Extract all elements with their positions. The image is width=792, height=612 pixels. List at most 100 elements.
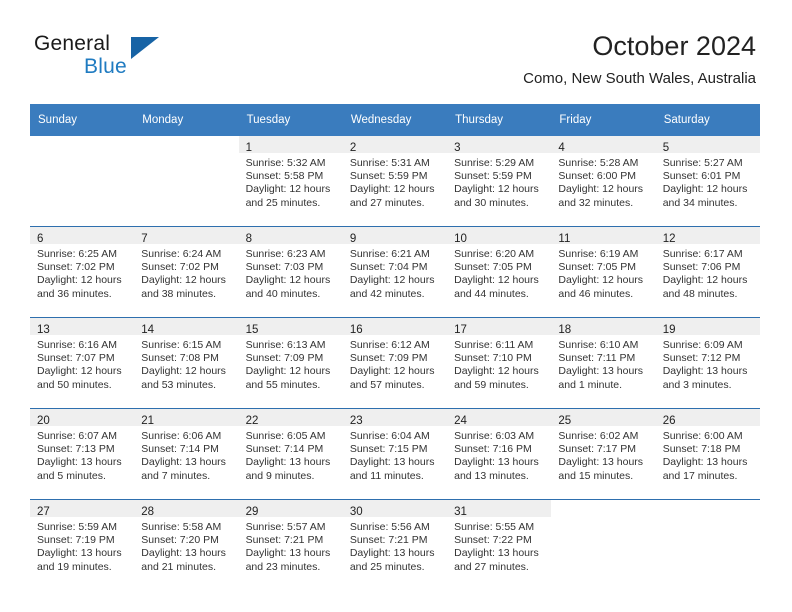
calendar-day-cell[interactable]: 16 Sunrise: 6:12 AM Sunset: 7:09 PM Dayligh…	[342, 317, 448, 409]
daylight-duration-line1: Daylight: 12 hours	[349, 365, 435, 378]
calendar-day-cell[interactable]: 2 Sunrise: 5:31 AM Sunset: 5:59 PM Daylight…	[342, 136, 448, 227]
day-number-band: 17	[447, 318, 552, 336]
sunset-time: Sunset: 7:05 PM	[558, 261, 637, 274]
daylight-duration-line2: and 34 minutes.	[662, 196, 738, 209]
day-cell-inner: 11 Sunrise: 6:19 AM Sunset: 7:05 PM Dayligh…	[551, 227, 656, 317]
day-number: 5	[662, 142, 670, 154]
calendar-day-cell[interactable]: 10 Sunrise: 6:20 AM Sunset: 7:05 PM Dayligh…	[447, 226, 552, 318]
sunset-time: Sunset: 7:21 PM	[245, 534, 324, 547]
calendar-week-row: 13 Sunrise: 6:16 AM Sunset: 7:07 PM Dayligh…	[30, 317, 760, 409]
day-number-band: 4	[551, 136, 656, 154]
weekday-header-sunday: Sunday	[30, 104, 135, 136]
day-details	[551, 517, 655, 521]
day-number-band	[656, 500, 760, 517]
day-number-band: 6	[30, 227, 135, 245]
day-cell-inner: 25 Sunrise: 6:02 AM Sunset: 7:17 PM Dayligh…	[551, 409, 656, 499]
calendar-day-cell[interactable]: 29 Sunrise: 5:57 AM Sunset: 7:21 PM Dayligh…	[238, 499, 343, 590]
day-number-band: 19	[655, 318, 760, 336]
calendar-week-row: 27 Sunrise: 5:59 AM Sunset: 7:19 PM Dayligh…	[30, 499, 760, 590]
calendar-day-cell[interactable]: 9 Sunrise: 6:21 AM Sunset: 7:04 PM Daylight…	[342, 226, 448, 318]
calendar-day-cell[interactable]: 27 Sunrise: 5:59 AM Sunset: 7:19 PM Dayligh…	[30, 499, 135, 590]
day-cell-inner: 8 Sunrise: 6:23 AM Sunset: 7:03 PM Daylight…	[238, 227, 343, 317]
daylight-duration-line1: Daylight: 12 hours	[141, 274, 226, 287]
calendar-day-cell[interactable]: 31 Sunrise: 5:55 AM Sunset: 7:22 PM Dayligh…	[447, 499, 552, 590]
calendar-day-cell[interactable]: 11 Sunrise: 6:19 AM Sunset: 7:05 PM Dayligh…	[551, 226, 656, 318]
calendar-day-cell[interactable]: 23 Sunrise: 6:04 AM Sunset: 7:15 PM Dayligh…	[342, 408, 448, 500]
day-details: Sunrise: 6:10 AM Sunset: 7:11 PM Daylight:…	[551, 335, 655, 392]
sunset-time: Sunset: 7:14 PM	[245, 443, 324, 456]
daylight-duration-line2: and 25 minutes.	[245, 196, 321, 209]
calendar-day-cell[interactable]: 18 Sunrise: 6:10 AM Sunset: 7:11 PM Dayligh…	[551, 317, 656, 409]
sunset-time: Sunset: 7:16 PM	[454, 443, 532, 456]
day-number-band: 9	[342, 227, 448, 245]
calendar-day-cell[interactable]: 15 Sunrise: 6:13 AM Sunset: 7:09 PM Dayligh…	[238, 317, 343, 409]
day-number: 16	[349, 324, 363, 336]
calendar-day-cell[interactable]: 8 Sunrise: 6:23 AM Sunset: 7:03 PM Daylight…	[238, 226, 343, 318]
day-details: Sunrise: 6:15 AM Sunset: 7:08 PM Daylight:…	[134, 335, 238, 392]
daylight-duration-line1: Daylight: 13 hours	[558, 456, 644, 469]
day-number: 14	[141, 324, 155, 336]
generalblue-logo[interactable]: General Blue	[34, 32, 214, 84]
sunset-time: Sunset: 6:01 PM	[662, 170, 741, 183]
daylight-duration-line2: and 3 minutes.	[662, 378, 732, 391]
calendar-day-cell[interactable]: 3 Sunrise: 5:29 AM Sunset: 5:59 PM Daylight…	[447, 136, 552, 227]
logo-text-blue: Blue	[84, 55, 127, 78]
daylight-duration-line2: and 46 minutes.	[558, 287, 634, 300]
calendar-day-cell[interactable]: 6 Sunrise: 6:25 AM Sunset: 7:02 PM Daylight…	[30, 226, 135, 318]
calendar-day-cell[interactable]: 19 Sunrise: 6:09 AM Sunset: 7:12 PM Dayligh…	[655, 317, 760, 409]
day-details: Sunrise: 6:11 AM Sunset: 7:10 PM Daylight:…	[447, 335, 551, 392]
calendar-day-cell[interactable]: 25 Sunrise: 6:02 AM Sunset: 7:17 PM Dayligh…	[551, 408, 656, 500]
daylight-duration-line1: Daylight: 13 hours	[245, 547, 331, 560]
day-details: Sunrise: 5:58 AM Sunset: 7:20 PM Daylight:…	[134, 517, 238, 574]
calendar-day-cell[interactable]: 13 Sunrise: 6:16 AM Sunset: 7:07 PM Dayligh…	[30, 317, 135, 409]
daylight-duration-line1: Daylight: 13 hours	[37, 547, 122, 560]
daylight-duration-line1: Daylight: 13 hours	[141, 547, 226, 560]
day-number: 6	[37, 233, 44, 245]
sunrise-time: Sunrise: 6:21 AM	[349, 248, 430, 260]
day-number: 12	[662, 233, 676, 245]
sunset-time: Sunset: 7:11 PM	[558, 352, 636, 365]
calendar-day-cell[interactable]: 7 Sunrise: 6:24 AM Sunset: 7:02 PM Daylight…	[134, 226, 239, 318]
calendar-day-cell[interactable]: 20 Sunrise: 6:07 AM Sunset: 7:13 PM Dayligh…	[30, 408, 135, 500]
daylight-duration-line2: and 36 minutes.	[37, 287, 112, 300]
calendar-day-cell[interactable]: 4 Sunrise: 5:28 AM Sunset: 6:00 PM Daylight…	[551, 136, 656, 227]
day-details: Sunrise: 6:19 AM Sunset: 7:05 PM Daylight:…	[551, 244, 655, 301]
sunset-time: Sunset: 7:22 PM	[454, 534, 532, 547]
sunset-time: Sunset: 7:09 PM	[349, 352, 428, 365]
calendar-day-cell[interactable]: 17 Sunrise: 6:11 AM Sunset: 7:10 PM Dayligh…	[447, 317, 552, 409]
page-header: General Blue October 2024 Como, New Sout…	[0, 0, 792, 100]
sunrise-time: Sunrise: 6:23 AM	[245, 248, 326, 260]
calendar-day-cell[interactable]: 28 Sunrise: 5:58 AM Sunset: 7:20 PM Dayligh…	[134, 499, 239, 590]
calendar-day-cell[interactable]: 26 Sunrise: 6:00 AM Sunset: 7:18 PM Dayligh…	[655, 408, 760, 500]
daylight-duration-line1: Daylight: 12 hours	[245, 274, 331, 287]
calendar-day-cell[interactable]: 5 Sunrise: 5:27 AM Sunset: 6:01 PM Daylight…	[655, 136, 760, 227]
sunrise-time: Sunrise: 5:55 AM	[454, 521, 535, 533]
daylight-duration-line1: Daylight: 13 hours	[37, 456, 122, 469]
sunrise-time: Sunrise: 6:17 AM	[662, 248, 743, 260]
calendar-day-cell[interactable]: 12 Sunrise: 6:17 AM Sunset: 7:06 PM Dayligh…	[655, 226, 760, 318]
sunrise-time: Sunrise: 5:58 AM	[141, 521, 222, 533]
calendar-day-cell[interactable]: 14 Sunrise: 6:15 AM Sunset: 7:08 PM Dayligh…	[134, 317, 239, 409]
sunset-time: Sunset: 5:59 PM	[454, 170, 532, 183]
calendar-day-cell[interactable]: 1 Sunrise: 5:32 AM Sunset: 5:58 PM Daylight…	[238, 136, 343, 227]
day-cell-inner: 12 Sunrise: 6:17 AM Sunset: 7:06 PM Dayligh…	[655, 227, 760, 317]
day-number-band: 29	[238, 500, 343, 518]
day-number-band: 25	[551, 409, 656, 427]
calendar-day-cell[interactable]: 30 Sunrise: 5:56 AM Sunset: 7:21 PM Dayligh…	[342, 499, 448, 590]
calendar-day-cell[interactable]: 24 Sunrise: 6:03 AM Sunset: 7:16 PM Dayligh…	[447, 408, 552, 500]
sunset-time: Sunset: 7:12 PM	[662, 352, 741, 365]
day-cell-inner: 14 Sunrise: 6:15 AM Sunset: 7:08 PM Dayligh…	[134, 318, 239, 408]
day-details: Sunrise: 6:21 AM Sunset: 7:04 PM Daylight:…	[343, 244, 447, 301]
day-cell-inner: 18 Sunrise: 6:10 AM Sunset: 7:11 PM Dayligh…	[551, 318, 656, 408]
calendar-day-cell[interactable]: 21 Sunrise: 6:06 AM Sunset: 7:14 PM Dayligh…	[134, 408, 239, 500]
daylight-duration-line1: Daylight: 13 hours	[245, 456, 331, 469]
day-number-band: 22	[238, 409, 343, 427]
daylight-duration-line1: Daylight: 12 hours	[662, 274, 748, 287]
sunset-time: Sunset: 5:59 PM	[349, 170, 428, 183]
day-number-band: 12	[655, 227, 760, 245]
day-cell-inner: 23 Sunrise: 6:04 AM Sunset: 7:15 PM Dayligh…	[342, 409, 448, 499]
sunset-time: Sunset: 7:21 PM	[349, 534, 428, 547]
day-number: 13	[37, 324, 50, 336]
calendar-day-cell[interactable]: 22 Sunrise: 6:05 AM Sunset: 7:14 PM Dayligh…	[238, 408, 343, 500]
daylight-duration-line2: and 17 minutes.	[662, 469, 738, 482]
